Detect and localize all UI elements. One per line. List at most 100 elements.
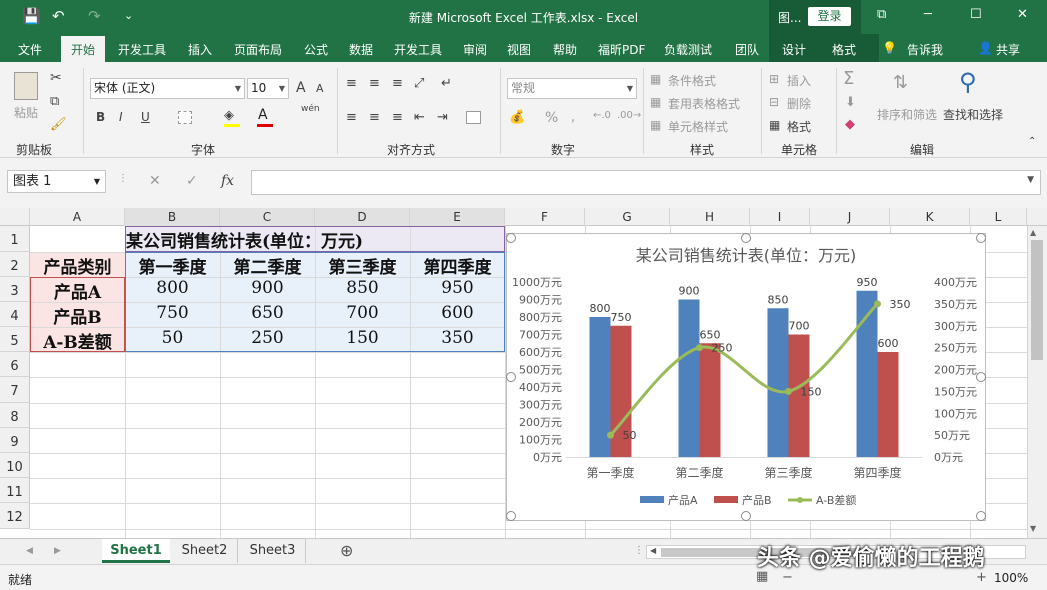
header-cell-q1[interactable]: 第一季度 bbox=[125, 253, 220, 278]
increase-decimal-icon[interactable]: ←.0 bbox=[593, 110, 611, 121]
plus-zoom-icon[interactable]: + bbox=[976, 570, 987, 585]
tab-page-layout[interactable]: 页面布局 bbox=[234, 41, 282, 58]
table-title-cell[interactable]: 某公司销售统计表(单位：万元) bbox=[125, 227, 410, 252]
header-cell-category[interactable]: 产品类别 bbox=[30, 253, 125, 278]
lightbulb-icon[interactable]: 💡 bbox=[882, 41, 897, 55]
chart-object[interactable]: 某公司销售统计表(单位：万元) 0万元 100万元 200万元 300万元 400万元 50… bbox=[506, 233, 986, 521]
data-cell[interactable]: 600 bbox=[410, 303, 505, 323]
row-header-11[interactable]: 11 bbox=[0, 478, 30, 503]
tab-insert[interactable]: 插入 bbox=[188, 41, 212, 58]
phonetic-guide-label[interactable]: wén bbox=[301, 104, 320, 114]
font-size-combo[interactable]: 10 ▼ bbox=[247, 78, 289, 99]
sheet-tab-sheet2[interactable]: Sheet2 bbox=[172, 539, 238, 563]
data-cell[interactable]: 150 bbox=[315, 328, 410, 348]
row-header-3[interactable]: 3 bbox=[0, 277, 30, 302]
copy-icon[interactable]: ⧉ bbox=[50, 94, 59, 109]
format-cells-button[interactable]: 格式 bbox=[787, 118, 811, 135]
paste-icon[interactable] bbox=[14, 72, 38, 100]
combo-chart[interactable]: 某公司销售统计表(单位：万元) 0万元 100万元 200万元 300万元 400万元 50… bbox=[506, 233, 986, 521]
magnifier-icon[interactable]: ⚲ bbox=[959, 68, 977, 96]
font-color-icon[interactable]: A bbox=[258, 107, 268, 123]
format-as-table-button[interactable]: 套用表格格式 bbox=[668, 95, 740, 112]
accounting-format-icon[interactable]: 💰 bbox=[509, 110, 525, 125]
align-top-icon[interactable]: ≡ bbox=[346, 76, 357, 91]
category-cell[interactable]: A-B差额 bbox=[30, 328, 125, 353]
data-cell[interactable]: 800 bbox=[125, 278, 220, 298]
sort-filter-icon[interactable]: ⇅ bbox=[893, 72, 908, 93]
decrease-font-icon[interactable]: A bbox=[316, 82, 324, 95]
column-header-F[interactable]: F bbox=[505, 208, 585, 226]
data-cell[interactable]: 950 bbox=[410, 278, 505, 298]
header-cell-q4[interactable]: 第四季度 bbox=[410, 253, 505, 278]
sort-filter-button[interactable]: 排序和筛选 bbox=[877, 106, 937, 123]
tab-developer-2[interactable]: 开发工具 bbox=[394, 41, 442, 58]
data-cell[interactable]: 700 bbox=[315, 303, 410, 323]
align-center-icon[interactable]: ≡ bbox=[369, 110, 380, 125]
name-box[interactable]: 图表 1 ▼ bbox=[7, 170, 106, 193]
insert-function-icon[interactable]: fx bbox=[221, 173, 234, 189]
scroll-thumb[interactable] bbox=[1031, 240, 1043, 360]
insert-cells-icon[interactable]: ⊞ bbox=[769, 72, 779, 86]
column-header-I[interactable]: I bbox=[750, 208, 810, 226]
clear-icon[interactable]: ◆ bbox=[845, 117, 855, 132]
ribbon-display-options-icon[interactable]: ⧉ bbox=[877, 7, 886, 22]
category-cell[interactable]: 产品A bbox=[30, 278, 125, 303]
column-header-E[interactable]: E bbox=[410, 208, 505, 226]
align-left-icon[interactable]: ≡ bbox=[346, 110, 357, 125]
tab-chart-format[interactable]: 格式 bbox=[832, 41, 856, 58]
column-header-B[interactable]: B bbox=[125, 208, 220, 226]
tab-data[interactable]: 数据 bbox=[349, 41, 373, 58]
tab-team[interactable]: 团队 bbox=[735, 41, 759, 58]
header-cell-q3[interactable]: 第三季度 bbox=[315, 253, 410, 278]
prev-sheet-icon[interactable]: ◀ bbox=[26, 539, 33, 563]
row-header-2[interactable]: 2 bbox=[0, 252, 30, 277]
tab-review[interactable]: 审阅 bbox=[463, 41, 487, 58]
format-painter-icon[interactable]: 🖌 bbox=[50, 117, 67, 132]
row-header-9[interactable]: 9 bbox=[0, 428, 30, 453]
close-button[interactable]: ✕ bbox=[1017, 7, 1028, 22]
column-header-K[interactable]: K bbox=[890, 208, 970, 226]
cut-icon[interactable]: ✂ bbox=[50, 70, 62, 86]
row-header-1[interactable]: 1 bbox=[0, 226, 30, 252]
bold-button[interactable]: B bbox=[96, 110, 105, 124]
row-header-12[interactable]: 12 bbox=[0, 503, 30, 529]
row-header-4[interactable]: 4 bbox=[0, 302, 30, 327]
data-cell[interactable]: 250 bbox=[220, 328, 315, 348]
align-middle-icon[interactable]: ≡ bbox=[369, 76, 380, 91]
formula-input[interactable]: ▼ bbox=[251, 170, 1041, 195]
sheet-tab-sheet1[interactable]: Sheet1 bbox=[102, 539, 170, 563]
data-cell[interactable]: 50 bbox=[125, 328, 220, 348]
tell-me-search[interactable]: 告诉我 bbox=[907, 41, 943, 58]
tab-developer[interactable]: 开发工具 bbox=[118, 41, 166, 58]
expand-formula-icon[interactable]: ▼ bbox=[1027, 175, 1034, 185]
autosum-icon[interactable]: Σ bbox=[843, 68, 854, 89]
underline-button[interactable]: U bbox=[141, 110, 150, 124]
login-button[interactable]: 登录 bbox=[808, 7, 851, 26]
delete-cells-icon[interactable]: ⊟ bbox=[769, 95, 779, 109]
scroll-up-icon[interactable]: ▲ bbox=[1030, 228, 1036, 237]
orientation-icon[interactable]: ⤢ bbox=[414, 76, 424, 91]
minimize-button[interactable]: ─ bbox=[924, 7, 932, 22]
maximize-button[interactable]: ☐ bbox=[970, 7, 982, 22]
vertical-scrollbar[interactable]: ▲ ▼ bbox=[1027, 226, 1047, 538]
align-bottom-icon[interactable]: ≡ bbox=[392, 76, 403, 91]
conditional-formatting-icon[interactable]: ▦ bbox=[650, 72, 661, 86]
fill-icon[interactable]: ⬇ bbox=[845, 95, 856, 110]
row-header-8[interactable]: 8 bbox=[0, 403, 30, 428]
select-all-corner[interactable] bbox=[0, 208, 30, 226]
next-sheet-icon[interactable]: ▶ bbox=[54, 539, 61, 563]
enter-icon[interactable]: ✓ bbox=[186, 173, 198, 189]
scroll-left-icon[interactable]: ◀ bbox=[650, 546, 656, 555]
borders-icon[interactable] bbox=[178, 111, 192, 124]
format-as-table-icon[interactable]: ▦ bbox=[650, 95, 661, 109]
italic-button[interactable]: I bbox=[119, 110, 123, 124]
tab-load-test[interactable]: 负载测试 bbox=[664, 41, 712, 58]
delete-cells-button[interactable]: 删除 bbox=[787, 95, 811, 112]
tab-view[interactable]: 视图 bbox=[507, 41, 531, 58]
column-header-A[interactable]: A bbox=[30, 208, 125, 226]
sheet-tab-sheet3[interactable]: Sheet3 bbox=[240, 539, 306, 563]
row-header-6[interactable]: 6 bbox=[0, 352, 30, 377]
column-header-J[interactable]: J bbox=[810, 208, 890, 226]
data-cell[interactable]: 650 bbox=[220, 303, 315, 323]
font-name-combo[interactable]: 宋体 (正文) ▼ bbox=[90, 78, 245, 99]
